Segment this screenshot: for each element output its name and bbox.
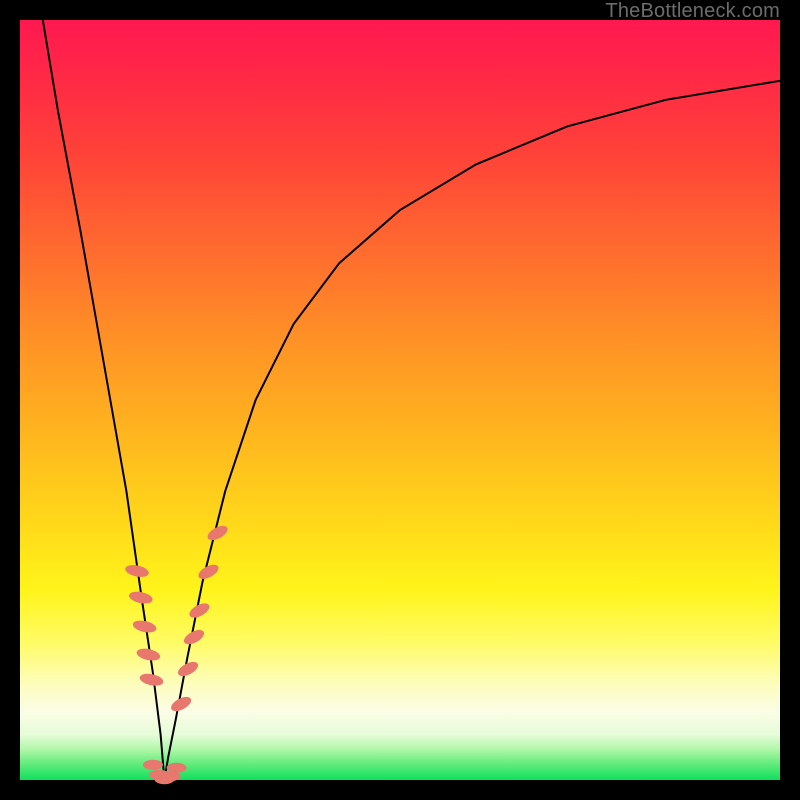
marker-point [167, 763, 187, 773]
watermark-label: TheBottleneck.com [605, 0, 780, 23]
sample-points-trough [143, 760, 187, 784]
marker-point [196, 562, 221, 582]
marker-point [139, 672, 165, 688]
marker-point [128, 590, 154, 606]
plot-area [20, 20, 780, 780]
marker-point [136, 647, 162, 663]
marker-point [182, 627, 207, 647]
bottleneck-curve [43, 20, 780, 780]
marker-point [205, 523, 230, 543]
marker-point [169, 694, 194, 714]
marker-point [143, 760, 163, 770]
chart-frame: TheBottleneck.com [0, 0, 800, 800]
marker-point [132, 619, 158, 635]
marker-point [176, 659, 201, 679]
sample-points-right [169, 523, 230, 714]
marker-point [124, 563, 150, 579]
sample-points-left [124, 563, 164, 687]
marker-point [187, 600, 212, 620]
curve-svg [20, 20, 780, 780]
